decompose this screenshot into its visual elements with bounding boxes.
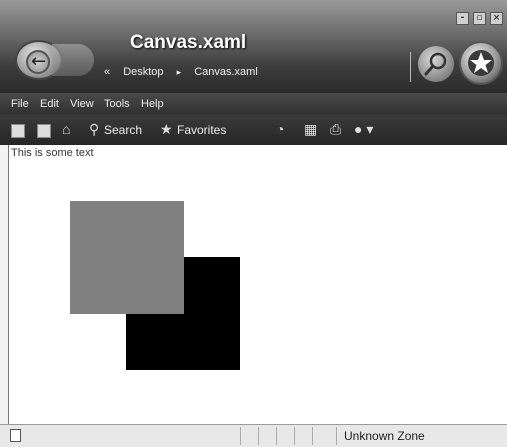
messenger-icon[interactable]: ● ▾ — [354, 121, 373, 137]
address-divider — [410, 52, 411, 82]
content-text: This is some text — [11, 147, 94, 159]
refresh-icon[interactable] — [37, 124, 51, 138]
status-separator — [276, 427, 277, 445]
browser-window: ← Canvas.xaml « Desktop ▸ Canvas.xaml - … — [0, 0, 507, 447]
close-button[interactable]: × — [490, 12, 503, 25]
breadcrumb-prefix[interactable]: « — [104, 66, 110, 78]
status-separator — [312, 427, 313, 445]
menu-view[interactable]: View — [70, 98, 94, 110]
maximize-button[interactable]: ▫ — [473, 12, 486, 25]
status-separator — [336, 427, 337, 445]
left-frame-border — [0, 145, 9, 424]
favorites-button[interactable] — [459, 41, 503, 85]
menu-help[interactable]: Help — [141, 98, 164, 110]
mail-icon[interactable]: ▦ — [304, 121, 317, 137]
minimize-button[interactable]: - — [456, 12, 469, 25]
search-toolbar-button[interactable]: Search — [104, 123, 142, 139]
menu-bar: File Edit View Tools Help — [0, 93, 507, 115]
security-zone[interactable]: Unknown Zone — [344, 429, 425, 443]
favorites-small-icon: ★ — [160, 121, 173, 137]
back-arrow-icon: ← — [31, 51, 47, 72]
gray-square — [70, 201, 184, 314]
favorites-toolbar-button[interactable]: Favorites — [177, 123, 226, 139]
menu-edit[interactable]: Edit — [40, 98, 59, 110]
breadcrumb-separator[interactable]: ▸ — [177, 67, 182, 77]
search-icon — [424, 52, 447, 76]
stop-icon[interactable] — [11, 124, 25, 138]
favorites-star-icon — [468, 50, 494, 76]
menu-file[interactable]: File — [11, 98, 29, 110]
print-icon[interactable]: ⎙ — [330, 121, 341, 137]
status-separator — [258, 427, 259, 445]
home-icon[interactable]: ⌂ — [62, 121, 70, 137]
forward-button[interactable] — [52, 44, 94, 76]
menu-tools[interactable]: Tools — [104, 98, 130, 110]
page-content: This is some text — [9, 145, 507, 424]
search-button[interactable] — [418, 46, 454, 82]
breadcrumb-file[interactable]: Canvas.xaml — [194, 66, 258, 78]
breadcrumb-desktop[interactable]: Desktop — [123, 66, 163, 78]
status-separator — [294, 427, 295, 445]
title-bar: ← Canvas.xaml « Desktop ▸ Canvas.xaml - … — [0, 0, 507, 93]
page-icon — [10, 429, 21, 442]
status-bar: Unknown Zone — [0, 424, 507, 447]
window-title: Canvas.xaml — [130, 32, 247, 53]
history-icon[interactable]: ◔ — [276, 121, 284, 137]
status-separator — [240, 427, 241, 445]
command-toolbar: ⌂ ⚲ Search ★ Favorites ◔ ▦ ⎙ ● ▾ — [0, 115, 507, 145]
search-small-icon: ⚲ — [89, 121, 100, 137]
breadcrumb: « Desktop ▸ Canvas.xaml — [104, 66, 268, 78]
